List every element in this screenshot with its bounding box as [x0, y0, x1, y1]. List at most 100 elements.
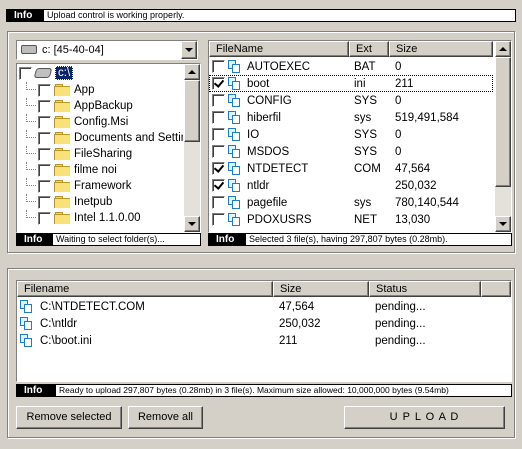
- tree-folder-label: filme noi: [74, 164, 117, 176]
- file-row[interactable]: ntldr 250,032: [209, 177, 493, 194]
- file-name: MSDOS: [247, 145, 290, 158]
- file-checkbox[interactable]: [212, 111, 225, 124]
- tree-scrollbar[interactable]: [184, 64, 200, 232]
- folder-icon: [54, 196, 70, 208]
- file-row[interactable]: hiberfil sys 519,491,584: [209, 109, 493, 126]
- tree-root-checkbox[interactable]: [19, 66, 32, 80]
- tree-connector: [26, 210, 36, 218]
- queue-row[interactable]: C:\NTDETECT.COM 47,564 pending...: [17, 298, 511, 315]
- file-checkbox[interactable]: [212, 196, 225, 209]
- file-size: 0: [395, 94, 402, 107]
- file-icon: [20, 299, 35, 314]
- tree-folder-item[interactable]: App: [17, 82, 183, 98]
- queue-status: pending...: [375, 317, 426, 330]
- tree-folder-label: Framework: [74, 180, 132, 192]
- file-ext: NET: [354, 213, 377, 226]
- file-row[interactable]: AUTOEXEC BAT 0: [209, 58, 493, 75]
- file-checkbox[interactable]: [212, 94, 225, 107]
- remove-all-button[interactable]: Remove all: [128, 406, 203, 429]
- tree-folder-item[interactable]: Documents and Settings: [17, 130, 183, 146]
- column-header-ext[interactable]: Ext: [349, 41, 389, 57]
- dropdown-arrow-button[interactable]: [181, 41, 197, 59]
- info-label: Info: [24, 234, 43, 245]
- file-row[interactable]: CONFIG SYS 0: [209, 92, 493, 109]
- file-ext: ini: [354, 77, 366, 90]
- queue-filename: C:\boot.ini: [40, 334, 92, 347]
- tree-folder-item[interactable]: filme noi: [17, 162, 183, 178]
- tree-connector: [26, 194, 36, 202]
- arrow-down-icon: [499, 222, 507, 226]
- file-row[interactable]: NTDETECT COM 47,564: [209, 160, 493, 177]
- file-size: 250,032: [395, 179, 437, 192]
- tree-folder-label: AppBackup: [74, 100, 133, 112]
- scroll-thumb[interactable]: [184, 80, 200, 142]
- file-checkbox[interactable]: [212, 77, 225, 90]
- column-header-size[interactable]: Size: [273, 281, 369, 297]
- column-header-size[interactable]: Size: [389, 41, 493, 57]
- column-header-filename[interactable]: Filename: [17, 281, 273, 297]
- file-checkbox[interactable]: [212, 145, 225, 158]
- tree-connector: [26, 130, 36, 138]
- file-icon: [20, 316, 35, 331]
- file-checkbox[interactable]: [212, 213, 225, 226]
- tree-folder-checkbox[interactable]: [38, 99, 51, 113]
- tree-folder-checkbox[interactable]: [38, 179, 51, 193]
- queue-row[interactable]: C:\ntldr 250,032 pending...: [17, 315, 511, 332]
- scroll-thumb[interactable]: [495, 57, 511, 187]
- scroll-down-button[interactable]: [184, 216, 200, 232]
- tree-folder-checkbox[interactable]: [38, 131, 51, 145]
- scroll-up-button[interactable]: [495, 41, 511, 57]
- file-checkbox[interactable]: [212, 128, 225, 141]
- column-header-status[interactable]: Status: [369, 281, 481, 297]
- file-icon: [20, 333, 35, 348]
- file-ext: COM: [354, 162, 381, 175]
- info-message: Upload control is working properly.: [44, 10, 515, 21]
- file-name: pagefile: [247, 196, 288, 209]
- queue-filename: C:\NTDETECT.COM: [40, 300, 145, 313]
- file-row[interactable]: IO SYS 0: [209, 126, 493, 143]
- file-name: IO: [247, 128, 260, 141]
- file-row[interactable]: PDOXUSRS NET 13,030: [209, 211, 493, 228]
- tree-folder-item[interactable]: FileSharing: [17, 146, 183, 162]
- tree-folder-item[interactable]: Inetpub: [17, 194, 183, 210]
- file-ext: sys: [354, 111, 372, 124]
- tree-folder-checkbox[interactable]: [38, 163, 51, 177]
- arrow-up-icon: [188, 70, 196, 74]
- file-size: 0: [395, 128, 402, 141]
- tree-folder-label: Inetpub: [74, 196, 113, 208]
- tree-folder-checkbox[interactable]: [38, 147, 51, 161]
- scroll-up-button[interactable]: [184, 64, 200, 80]
- file-row[interactable]: boot ini 211: [209, 75, 493, 92]
- tree-folder-checkbox[interactable]: [38, 211, 51, 225]
- queue-row[interactable]: C:\boot.ini 211 pending...: [17, 332, 511, 349]
- upload-button[interactable]: U P L O A D: [344, 406, 505, 429]
- tree-folder-checkbox[interactable]: [38, 195, 51, 209]
- column-header-filename[interactable]: FileName: [209, 41, 349, 57]
- tree-folder-label: Intel 1.1.0.00: [74, 212, 141, 224]
- drive-select[interactable]: c: [45-40-04]: [16, 40, 198, 60]
- chevron-down-icon: [185, 48, 193, 52]
- file-checkbox[interactable]: [212, 60, 225, 73]
- queue-size: 250,032: [279, 317, 321, 330]
- tree-folder-checkbox[interactable]: [38, 83, 51, 97]
- tree-folder-checkbox[interactable]: [38, 115, 51, 129]
- folder-icon: [54, 100, 70, 112]
- tree-connector: [26, 178, 36, 186]
- file-list-scrollbar[interactable]: [495, 41, 511, 232]
- scroll-down-button[interactable]: [495, 216, 511, 232]
- tree-folder-item[interactable]: Framework: [17, 178, 183, 194]
- tree-folder-item[interactable]: AppBackup: [17, 98, 183, 114]
- file-icon: [228, 178, 243, 193]
- tree-folder-item[interactable]: Intel 1.1.0.00: [17, 210, 183, 226]
- tree-folder-item[interactable]: Config.Msi: [17, 114, 183, 130]
- file-status-message: Selected 3 file(s), having 297,807 bytes…: [246, 234, 511, 245]
- file-size: 211: [395, 77, 414, 90]
- folder-tree: c:\ App AppBackup Config.Msi Documents and …: [16, 63, 201, 233]
- file-row[interactable]: MSDOS SYS 0: [209, 143, 493, 160]
- file-checkbox[interactable]: [212, 179, 225, 192]
- remove-selected-button[interactable]: Remove selected: [16, 406, 122, 429]
- tree-root-label: c:\: [55, 66, 74, 80]
- file-row[interactable]: pagefile sys 780,140,544: [209, 194, 493, 211]
- file-checkbox[interactable]: [212, 162, 225, 175]
- tree-root[interactable]: c:\: [17, 64, 183, 82]
